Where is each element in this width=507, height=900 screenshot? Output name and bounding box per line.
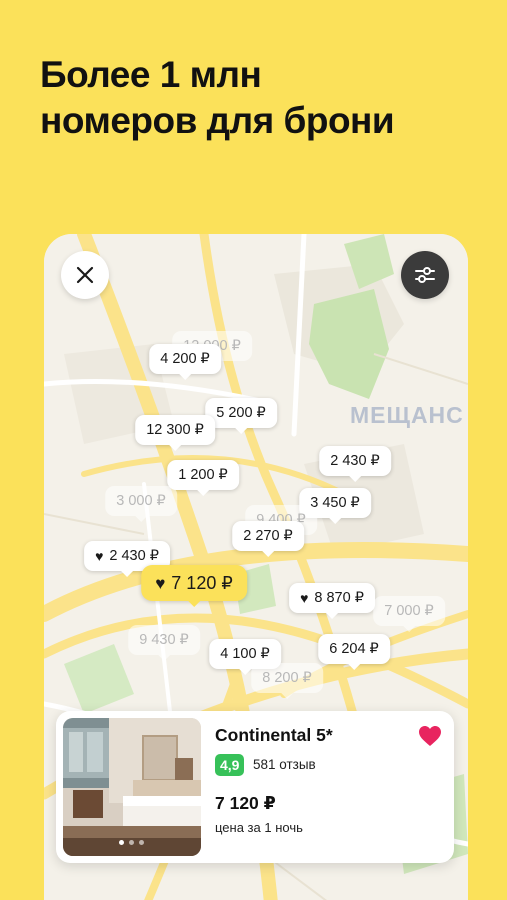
filter-button[interactable]: [401, 251, 449, 299]
price-pin[interactable]: 1 200 ₽: [167, 460, 239, 496]
price-pin-label: 3 450 ₽: [310, 495, 360, 511]
price-pin-label: 8 870 ₽: [314, 590, 364, 606]
price-pin-label: 4 200 ₽: [160, 351, 210, 367]
price-pin[interactable]: 6 204 ₽: [318, 634, 390, 670]
headline-line-2: номеров для брони: [40, 100, 395, 141]
heart-icon: [419, 726, 441, 746]
price-pin-label: 7 120 ₽: [171, 572, 233, 593]
price-pin[interactable]: 8 200 ₽: [251, 663, 323, 699]
price-pin-label: 8 200 ₽: [262, 670, 312, 686]
price-pin[interactable]: 4 200 ₽: [149, 344, 221, 380]
photo-pagination: [119, 840, 144, 845]
heart-icon: ♥: [95, 548, 104, 564]
sliders-icon: [415, 267, 435, 283]
price-pin-label: 7 000 ₽: [384, 603, 434, 619]
price-pin[interactable]: 2 270 ₽: [232, 521, 304, 557]
hotel-photo[interactable]: [63, 718, 201, 856]
pagination-dot: [129, 840, 134, 845]
price-pin[interactable]: 12 300 ₽: [135, 415, 215, 451]
close-button[interactable]: [61, 251, 109, 299]
hotel-price: 7 120 ₽: [215, 793, 276, 813]
price-pin-label: 12 300 ₽: [146, 422, 204, 438]
headline-line-1: Более 1 млн: [40, 54, 262, 95]
pagination-dot: [119, 840, 124, 845]
price-pin-label: 4 100 ₽: [220, 646, 270, 662]
district-label: МЕЩАНС: [350, 402, 464, 428]
price-pin[interactable]: ♥ 8 870 ₽: [289, 583, 375, 619]
hotel-card[interactable]: Continental 5* 4,9 581 отзыв 7 120 ₽ цен…: [56, 711, 454, 863]
price-pin-label: 2 270 ₽: [243, 528, 293, 544]
heart-icon: ♥: [300, 590, 309, 606]
heart-icon: ♥: [155, 573, 166, 593]
price-pin[interactable]: 9 430 ₽: [128, 625, 200, 661]
price-pin-label: 5 200 ₽: [216, 405, 266, 421]
hotel-name: Continental 5*: [215, 725, 333, 745]
favorite-button[interactable]: [418, 725, 442, 747]
price-pin[interactable]: 5 200 ₽: [205, 398, 277, 434]
price-pin-label: 3 000 ₽: [116, 493, 166, 509]
rating-badge: 4,9: [215, 754, 245, 776]
price-pin-label: 6 204 ₽: [329, 641, 379, 657]
price-pin[interactable]: 3 000 ₽: [105, 486, 177, 522]
price-pin[interactable]: 2 430 ₽: [319, 446, 391, 482]
price-pin-label: 2 430 ₽: [330, 453, 380, 469]
hotel-room-image: [63, 718, 201, 856]
price-note: цена за 1 ночь: [215, 820, 303, 835]
phone-screen: МЕЩАНС 12 000 ₽4 200 ₽5 200 ₽12 300 ₽1 2…: [44, 234, 468, 900]
reviews-count[interactable]: 581 отзыв: [253, 757, 316, 772]
price-pin-selected[interactable]: ♥ 7 120 ₽: [141, 565, 247, 607]
pagination-dot: [139, 840, 144, 845]
price-pin[interactable]: 7 000 ₽: [373, 596, 445, 632]
headline: Более 1 млн номеров для брони: [40, 52, 480, 144]
price-pin-label: 1 200 ₽: [178, 467, 228, 483]
price-pin-label: 2 430 ₽: [109, 548, 159, 564]
price-pin-label: 9 430 ₽: [139, 632, 189, 648]
close-icon: [76, 266, 94, 284]
